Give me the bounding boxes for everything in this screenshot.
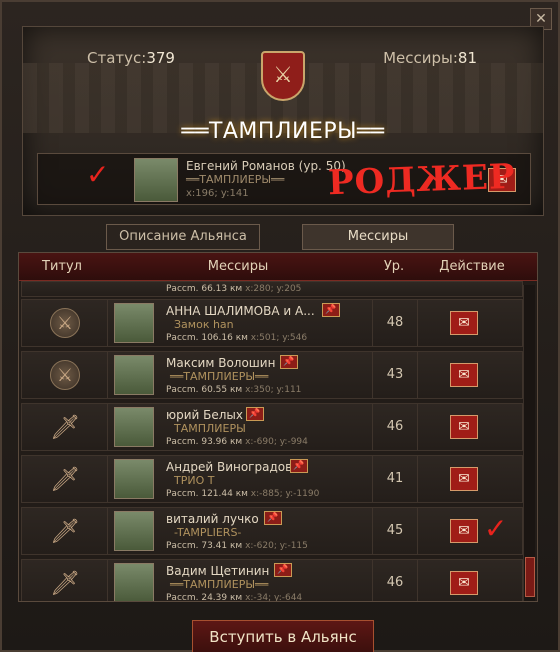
title-cell: 🗡 xyxy=(22,508,108,554)
messires-value: 81 xyxy=(457,49,477,67)
table-row[interactable]: 🗡 виталий лучко 📌 -TAMPLIERS- Рассm. 73.… xyxy=(21,507,523,555)
mail-button[interactable]: ✉ xyxy=(450,571,478,595)
avatar[interactable] xyxy=(114,303,154,343)
member-name[interactable]: Андрей Виноградов xyxy=(166,460,292,474)
avatar[interactable] xyxy=(114,355,154,395)
messires-stat: Мессиры:81 xyxy=(383,49,477,67)
status-value: 379 xyxy=(146,49,175,67)
member-level: 48 xyxy=(372,300,418,346)
header-level: Ур. xyxy=(383,259,405,274)
table-row[interactable]: 🗡 юрий Белых 📌 ТАМПЛИЕРЫ Рассm. 93.96 км… xyxy=(21,403,523,451)
avatar[interactable] xyxy=(114,407,154,447)
member-level: 45 xyxy=(372,508,418,554)
member-distance: Рассm. 60.55 км x:350; y:111 xyxy=(166,385,302,395)
member-name[interactable]: АННА ШАЛИМОВА и А... xyxy=(166,304,315,318)
medal-axes-icon: ⚔ xyxy=(50,360,80,390)
scroll-thumb[interactable] xyxy=(525,557,535,597)
title-cell: ⚔ xyxy=(22,300,108,346)
annotation-check-mark: ✓ xyxy=(484,512,508,545)
messires-label: Мессиры: xyxy=(383,49,458,67)
join-alliance-button[interactable]: Вступить в Альянс xyxy=(192,620,374,652)
avatar[interactable] xyxy=(114,459,154,499)
avatar[interactable] xyxy=(114,563,154,601)
title-cell: 🗡 xyxy=(22,560,108,601)
pin-icon: 📌 xyxy=(264,511,282,525)
table-header: Титул Мессиры Ур. Действие xyxy=(19,253,537,281)
alliance-emblem-icon: ⚔ xyxy=(261,51,305,101)
member-alliance-tag: -TAMPLIERS- xyxy=(174,526,242,539)
member-distance: Рассm. 66.13 км x:280; y:205 xyxy=(166,284,302,294)
annotation-check-mark: ✓ xyxy=(86,158,110,191)
member-name[interactable]: виталий лучко xyxy=(166,512,259,526)
member-distance: Рассm. 121.44 км x:-885; y:-1190 xyxy=(166,489,320,499)
title-cell: 🗡 xyxy=(22,456,108,502)
title-cell: 🗡 xyxy=(22,404,108,450)
member-distance: Рассm. 93.96 км x:-690; y:-994 xyxy=(166,437,308,447)
sword-icon: 🗡 xyxy=(50,569,81,597)
status-label: Статус: xyxy=(87,49,147,67)
pin-icon: 📌 xyxy=(322,303,340,317)
leader-name[interactable]: Евгений Романов (ур. 50) xyxy=(186,159,346,173)
status-stat: Статус:379 xyxy=(87,49,175,67)
header-action: Действие xyxy=(439,259,505,274)
member-alliance-tag: ══ТАМПЛИЕРЫ══ xyxy=(170,370,269,383)
leader-coords: x:196; y:141 xyxy=(186,188,249,199)
sword-icon: 🗡 xyxy=(50,413,81,441)
leader-alliance-tag: ══ТАМПЛИЕРЫ══ xyxy=(186,173,285,186)
mail-button[interactable]: ✉ xyxy=(450,415,478,439)
member-distance: Рассm. 73.41 км x:-620; y:-115 xyxy=(166,541,308,551)
tab-messires[interactable]: Мессиры xyxy=(302,224,454,250)
member-level: 43 xyxy=(372,352,418,398)
scrollbar[interactable] xyxy=(523,285,535,601)
table-row[interactable]: 🗡 Вадим Щетинин 📌 ══ТАМПЛИЕРЫ══ Рассm. 2… xyxy=(21,559,523,602)
member-level: 46 xyxy=(372,560,418,601)
member-distance: Рассm. 106.16 км x:501; y:546 xyxy=(166,333,308,343)
member-alliance-tag: Замок han xyxy=(174,318,234,331)
table-row[interactable]: Рассm. 66.13 км x:280; y:205 xyxy=(21,281,523,297)
pin-icon: 📌 xyxy=(280,355,298,369)
tab-bar: Описание Альянса Мессиры xyxy=(106,224,454,250)
medal-axes-icon: ⚔ xyxy=(50,308,80,338)
title-cell: ⚔ xyxy=(22,352,108,398)
leader-avatar[interactable] xyxy=(134,158,178,202)
mail-button[interactable]: ✉ xyxy=(450,311,478,335)
member-level: 46 xyxy=(372,404,418,450)
pin-icon: 📌 xyxy=(246,407,264,421)
sword-icon: 🗡 xyxy=(50,465,81,493)
sword-icon: 🗡 xyxy=(50,517,81,545)
pin-icon: 📌 xyxy=(290,459,308,473)
pin-icon: 📌 xyxy=(274,563,292,577)
member-name[interactable]: Вадим Щетинин xyxy=(166,564,269,578)
member-name[interactable]: юрий Белых xyxy=(166,408,243,422)
tab-description[interactable]: Описание Альянса xyxy=(106,224,260,250)
alliance-window: ✕ Статус:379 ⚔ Мессиры:81 ══ТАМПЛИЕРЫ══ … xyxy=(0,0,560,652)
table-row[interactable]: ⚔ Максим Волошин 📌 ══ТАМПЛИЕРЫ══ Рассm. … xyxy=(21,351,523,399)
mail-button[interactable]: ✉ xyxy=(450,467,478,491)
avatar[interactable] xyxy=(114,511,154,551)
member-distance: Рассm. 24.39 км x:-34; y:-644 xyxy=(166,593,303,602)
annotation-scrawl: РОДЖЕР xyxy=(327,156,517,204)
member-alliance-tag: ТРИО Т xyxy=(174,474,215,487)
member-alliance-tag: ТАМПЛИЕРЫ xyxy=(174,422,246,435)
members-table: Титул Мессиры Ур. Действие Рассm. 66.13 … xyxy=(18,252,538,602)
alliance-name: ══ТАМПЛИЕРЫ══ xyxy=(181,119,385,144)
member-alliance-tag: ══ТАМПЛИЕРЫ══ xyxy=(170,578,269,591)
header-messires: Мессиры xyxy=(207,259,269,274)
mail-button[interactable]: ✉ xyxy=(450,363,478,387)
table-row[interactable]: 🗡 Андрей Виноградов 📌 ТРИО Т Рассm. 121.… xyxy=(21,455,523,503)
member-level: 41 xyxy=(372,456,418,502)
table-row[interactable]: ⚔ АННА ШАЛИМОВА и А... 📌 Замок han Рассm… xyxy=(21,299,523,347)
mail-button[interactable]: ✉ xyxy=(450,519,478,543)
member-name[interactable]: Максим Волошин xyxy=(166,356,275,370)
header-title: Титул xyxy=(42,259,82,274)
